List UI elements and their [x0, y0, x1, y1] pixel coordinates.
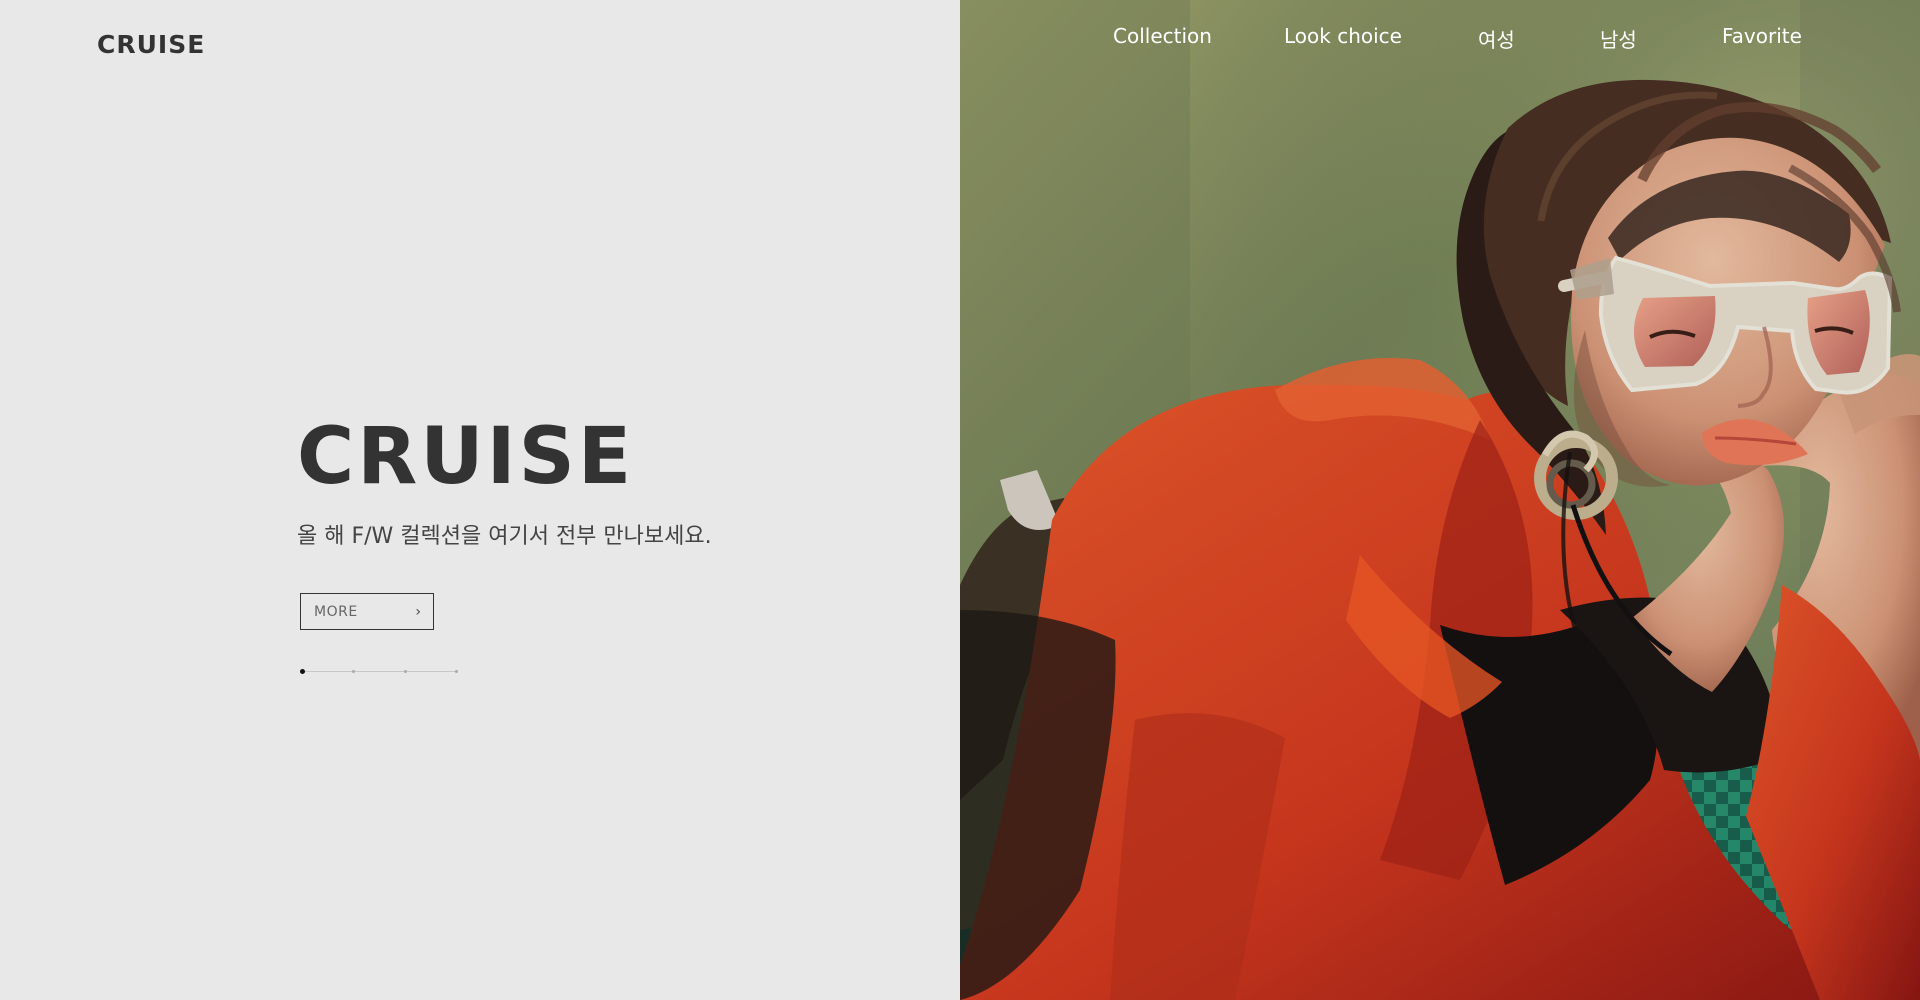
fashion-model-photo [960, 0, 1920, 1000]
pagination-dot-1[interactable] [300, 669, 305, 674]
main-navigation: Collection Look choice 여성 남성 Favorite [960, 24, 1920, 54]
nav-item-collection[interactable]: Collection [1113, 24, 1212, 48]
pagination-dot-4[interactable] [455, 670, 458, 673]
pagination-track [300, 671, 458, 672]
hero-content: CRUISE 올 해 F/W 컬렉션을 여기서 전부 만나보세요. [297, 410, 857, 552]
hero-title: CRUISE [297, 412, 635, 502]
slide-pagination [300, 669, 458, 675]
pagination-dot-3[interactable] [404, 670, 407, 673]
chevron-right-icon: › [415, 603, 421, 620]
more-button-label: MORE [314, 603, 358, 620]
brand-logo[interactable]: CRUISE [97, 30, 205, 59]
more-button[interactable]: MORE › [300, 593, 434, 630]
nav-item-favorite[interactable]: Favorite [1722, 24, 1802, 48]
page: CRUISE CRUISE 올 해 F/W 컬렉션을 여기서 전부 만나보세요.… [0, 0, 1920, 1000]
hero-subtitle: 올 해 F/W 컬렉션을 여기서 전부 만나보세요. [297, 524, 712, 549]
nav-item-look-choice[interactable]: Look choice [1284, 24, 1402, 48]
fashion-photo-panel: Collection Look choice 여성 남성 Favorite [960, 0, 1920, 1000]
hero-section: CRUISE CRUISE 올 해 F/W 컬렉션을 여기서 전부 만나보세요.… [0, 0, 960, 1000]
nav-item-men[interactable]: 남성 [1600, 24, 1637, 53]
nav-item-women[interactable]: 여성 [1478, 24, 1515, 53]
pagination-dot-2[interactable] [352, 670, 355, 673]
